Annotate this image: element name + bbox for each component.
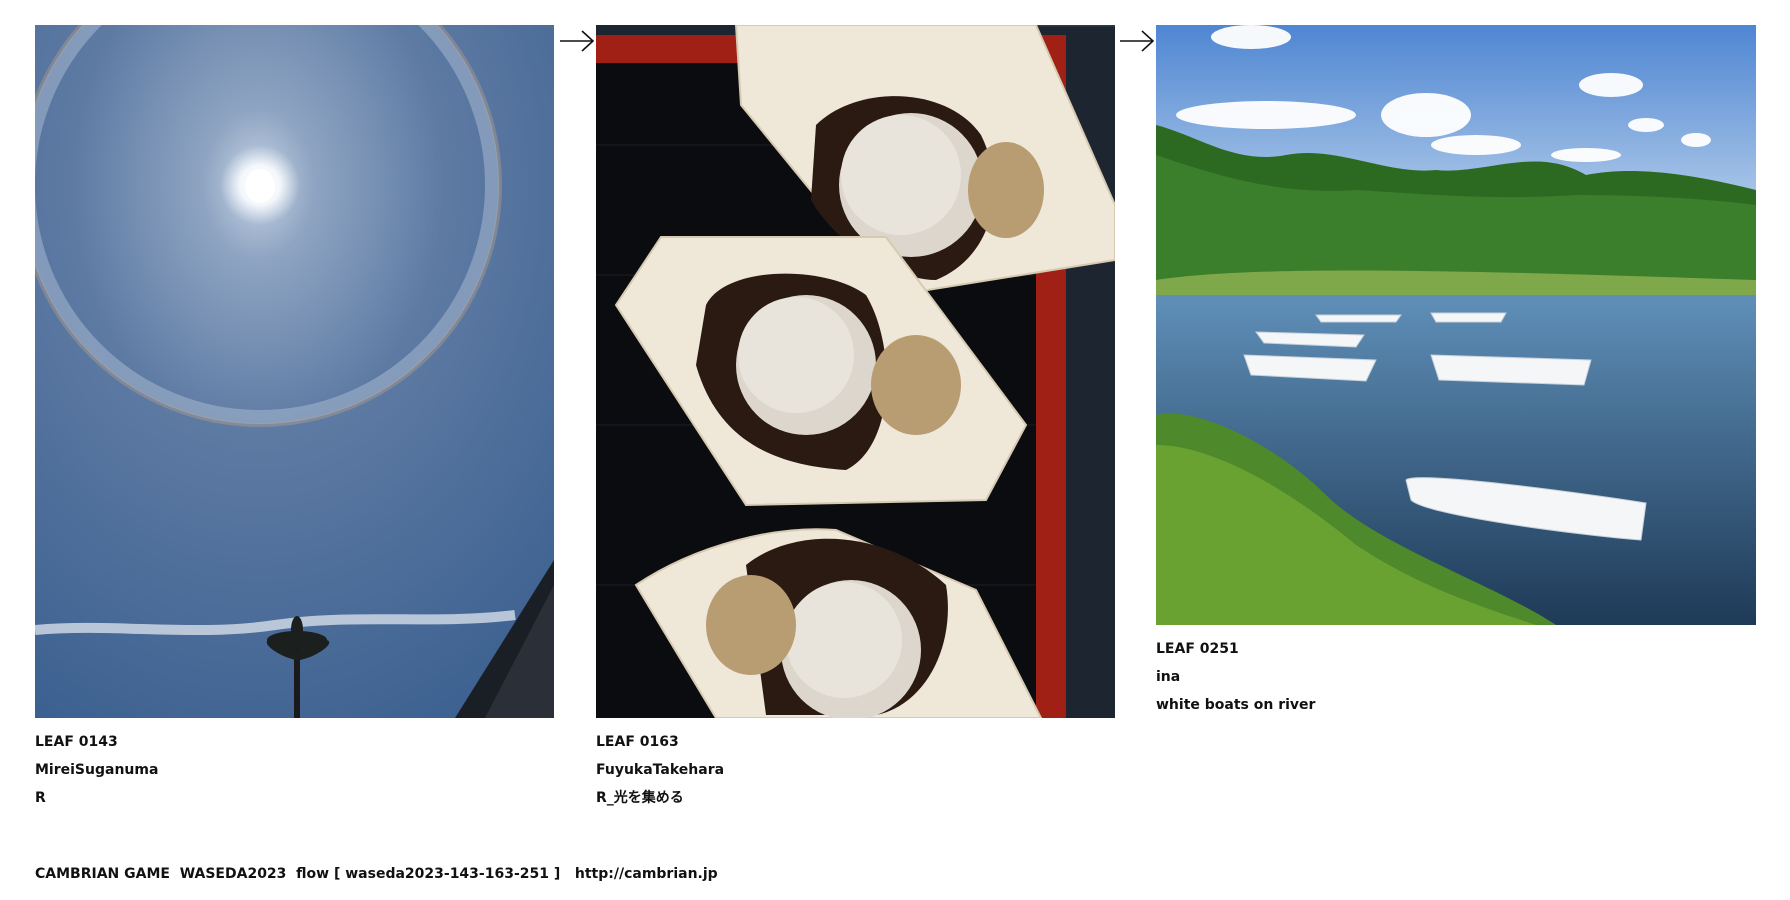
- leaf-author[interactable]: MireiSuganuma: [35, 756, 554, 784]
- leaf-meta: LEAF 0163 FuyukaTakehara R_光を集める: [596, 728, 1115, 812]
- leaf-photo-halo[interactable]: [35, 25, 554, 718]
- arrow-right-icon: [1120, 30, 1155, 52]
- leaf-title: R_光を集める: [596, 790, 684, 806]
- leaf-card-0163: LEAF 0163 FuyukaTakehara R_光を集める: [596, 25, 1115, 812]
- arrow-right-icon: [560, 30, 595, 52]
- leaf-title: white boats on river: [1156, 697, 1316, 713]
- leaf-author[interactable]: FuyukaTakehara: [596, 756, 1115, 784]
- leaf-photo-mochi[interactable]: [596, 25, 1115, 718]
- footer-text: CAMBRIAN GAME WASEDA2023 flow [ waseda20…: [35, 866, 575, 882]
- leaf-card-0143: LEAF 0143 MireiSuganuma R: [35, 25, 554, 812]
- footer: CAMBRIAN GAME WASEDA2023 flow [ waseda20…: [35, 866, 718, 882]
- footer-link[interactable]: http://cambrian.jp: [575, 866, 718, 882]
- leaf-card-0251: LEAF 0251 ina white boats on river: [1156, 25, 1756, 719]
- leaf-id: LEAF 0251: [1156, 641, 1239, 657]
- leaf-meta: LEAF 0143 MireiSuganuma R: [35, 728, 554, 812]
- leaf-id: LEAF 0163: [596, 734, 679, 750]
- leaf-id: LEAF 0143: [35, 734, 118, 750]
- leaf-title: R: [35, 790, 46, 806]
- leaf-author[interactable]: ina: [1156, 663, 1756, 691]
- leaf-photo-boats[interactable]: [1156, 25, 1756, 625]
- leaf-meta: LEAF 0251 ina white boats on river: [1156, 635, 1756, 719]
